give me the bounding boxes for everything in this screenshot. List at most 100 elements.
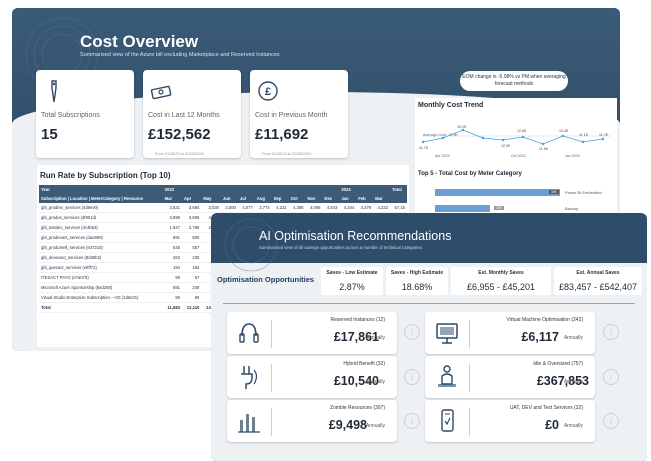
rec-card-reserved-instances[interactable]: Reserved Instances (12) £17,861 Annually xyxy=(227,312,397,354)
cell-value: 85 xyxy=(162,292,183,303)
kpi-note: From 01/08/23 to 31/08/2024 xyxy=(155,152,204,156)
column-header[interactable]: Total xyxy=(390,185,407,194)
kpi-cost-12-months[interactable]: Cost in Last 12 Months £152,562 From 01/… xyxy=(143,70,241,158)
table-row[interactable]: gbl_prodine_services (4d6ev0) 3,521 3,684 3… xyxy=(39,203,407,213)
rec-period: Annually xyxy=(365,335,385,341)
cell-value: 3,521 xyxy=(162,203,183,213)
info-icon[interactable]: i xyxy=(603,413,619,429)
rec-name: Virtual Machine Optimisation (242) xyxy=(506,317,583,323)
column-header[interactable]: Mar xyxy=(373,194,391,203)
column-header[interactable]: 2024 xyxy=(339,185,391,194)
info-icon[interactable]: i xyxy=(404,369,420,385)
rec-period: Annually xyxy=(365,379,385,385)
column-header[interactable]: Apr xyxy=(182,194,202,203)
rec-card-vm-optimisation[interactable]: Virtual Machine Optimisation (242) £6,11… xyxy=(425,312,595,354)
top5-bar-label: Backup xyxy=(565,206,579,211)
trend-point-label: 12.2K xyxy=(501,144,511,148)
column-header[interactable]: Nov xyxy=(305,194,323,203)
rec-card-hybrid-benefit[interactable]: Hybrid Benefit (32) £10,540 Annually xyxy=(227,356,397,398)
headset-icon xyxy=(239,323,259,343)
card-divider xyxy=(469,408,470,436)
kpi-label: Est. Annual Saves xyxy=(576,270,620,276)
kpi-saves-low[interactable]: Saves - Low Estimate 2.87% xyxy=(321,267,383,295)
run-rate-title: Run Rate by Subscription (Top 10) xyxy=(40,171,171,180)
kpi-saves-high[interactable]: Saves - High Estimate 18.68% xyxy=(386,267,448,295)
plug-icon xyxy=(241,366,258,389)
cell-value: 11,683 xyxy=(162,302,183,313)
column-header[interactable]: Dec xyxy=(322,194,340,203)
kpi-label: Total Subscriptions xyxy=(41,112,100,119)
cell-value: 4,344 xyxy=(339,203,357,213)
row-label: ITEXACT PAYG (e7a078) xyxy=(39,272,163,283)
rec-card-zombie-resources[interactable]: Zombie Resources (307) £9,498 Annually xyxy=(227,400,397,442)
info-icon[interactable]: i xyxy=(603,324,619,340)
column-header[interactable]: Year xyxy=(39,185,163,194)
top5-bar[interactable]: 20K xyxy=(435,205,504,212)
row-label: gbl_testdev_services (4c4b53) xyxy=(39,222,163,233)
row-label: Total xyxy=(39,302,163,313)
table-year-row: Year 2023 2024 Total xyxy=(39,185,407,194)
kpi-label: Saves - High Estimate xyxy=(390,270,444,276)
rec-name: Hybrid Benefit (32) xyxy=(343,361,385,367)
rec-amount: £0 xyxy=(545,418,559,432)
info-icon[interactable]: i xyxy=(404,413,420,429)
page-title: Cost Overview xyxy=(80,32,199,51)
kpi-note: From 01/08/24 to 31/08/2024 xyxy=(262,152,311,156)
page-subtitle: Summarised view of the Azure bill exclud… xyxy=(80,52,280,58)
column-header[interactable]: Jan xyxy=(339,194,357,203)
trend-x-label: Jan 2024 xyxy=(565,154,580,158)
rec-period: Annually xyxy=(365,423,385,429)
column-header[interactable]: Subscription | Location | MeterCategory … xyxy=(39,194,163,203)
cell-value: 57 xyxy=(182,272,202,283)
rec-amount: £17,861 xyxy=(333,330,379,344)
column-header[interactable]: Feb xyxy=(356,194,374,203)
rec-card-idle-oversized[interactable]: Idle & Oversized (757) £367,853 Annually xyxy=(425,356,595,398)
kpi-label: Est. Monthly Saves xyxy=(478,270,524,276)
cell-value: 691 xyxy=(162,232,183,243)
phone-icon xyxy=(441,409,454,432)
column-header[interactable]: Sep xyxy=(271,194,289,203)
rec-period: Annually xyxy=(563,379,583,385)
card-divider xyxy=(271,408,272,436)
cell-value: 4,077 xyxy=(237,203,255,213)
kpi-value: 18.68% xyxy=(401,282,433,292)
column-header[interactable]: May xyxy=(201,194,221,203)
kpi-cost-previous-month[interactable]: £ Cost in Previous Month £11,692 From 01… xyxy=(250,70,348,158)
cell-value: 12,110 xyxy=(182,302,202,313)
rec-period: Annually xyxy=(563,335,583,341)
ai-optimisation-window: AI Optimisation Recommendations Summaris… xyxy=(211,213,647,461)
info-icon[interactable]: i xyxy=(404,324,420,340)
cell-value: 548 xyxy=(162,242,183,253)
column-header[interactable]: Aug xyxy=(254,194,272,203)
column-header[interactable]: Jul xyxy=(237,194,255,203)
column-header[interactable]: Mar xyxy=(162,194,183,203)
rec-name: Zombie Resources (307) xyxy=(329,405,385,411)
column-header[interactable]: 2023 xyxy=(162,185,340,194)
cell-value: 2,796 xyxy=(182,222,202,233)
row-label: Microsoft Azure Sponsorship (8ad258) xyxy=(39,282,163,293)
page-title: AI Optimisation Recommendations xyxy=(259,229,452,243)
column-header[interactable]: Jun xyxy=(220,194,238,203)
kpi-total-subscriptions[interactable]: Total Subscriptions 15 xyxy=(36,70,134,158)
column-header[interactable] xyxy=(390,194,407,203)
kpi-label: Cost in Last 12 Months xyxy=(148,112,220,119)
column-header[interactable]: Oct xyxy=(288,194,306,203)
card-divider xyxy=(469,364,470,392)
kpi-annual-saves[interactable]: Est. Annual Saves £83,457 - £542,407 xyxy=(554,267,642,295)
trend-title: Monthly Cost Trend xyxy=(418,102,484,109)
money-icon xyxy=(150,85,172,100)
rec-card-uat-dev-test[interactable]: UAT, DEV and Test Services (32) £0 Annua… xyxy=(425,400,595,442)
top5-bar-value: 46K xyxy=(548,190,559,194)
cell-value: 691 xyxy=(162,282,183,293)
row-label: gbl_prodexact_services (dae959) xyxy=(39,232,163,243)
kpi-value: £83,457 - £542,407 xyxy=(558,282,638,292)
info-icon[interactable]: i xyxy=(603,369,619,385)
section-title: Optimisation Opportunities xyxy=(217,275,315,284)
kpi-label: Cost in Previous Month xyxy=(255,112,328,119)
cell-value: 249 xyxy=(182,282,202,293)
kpi-monthly-saves[interactable]: Est. Monthly Saves £6,955 - £45,201 xyxy=(451,267,551,295)
top5-bar[interactable]: 46K xyxy=(435,189,560,196)
cell-value: 4,379 xyxy=(356,203,374,213)
cell-value: 90 xyxy=(182,292,202,303)
trend-point-label: 11.7K xyxy=(599,133,609,137)
